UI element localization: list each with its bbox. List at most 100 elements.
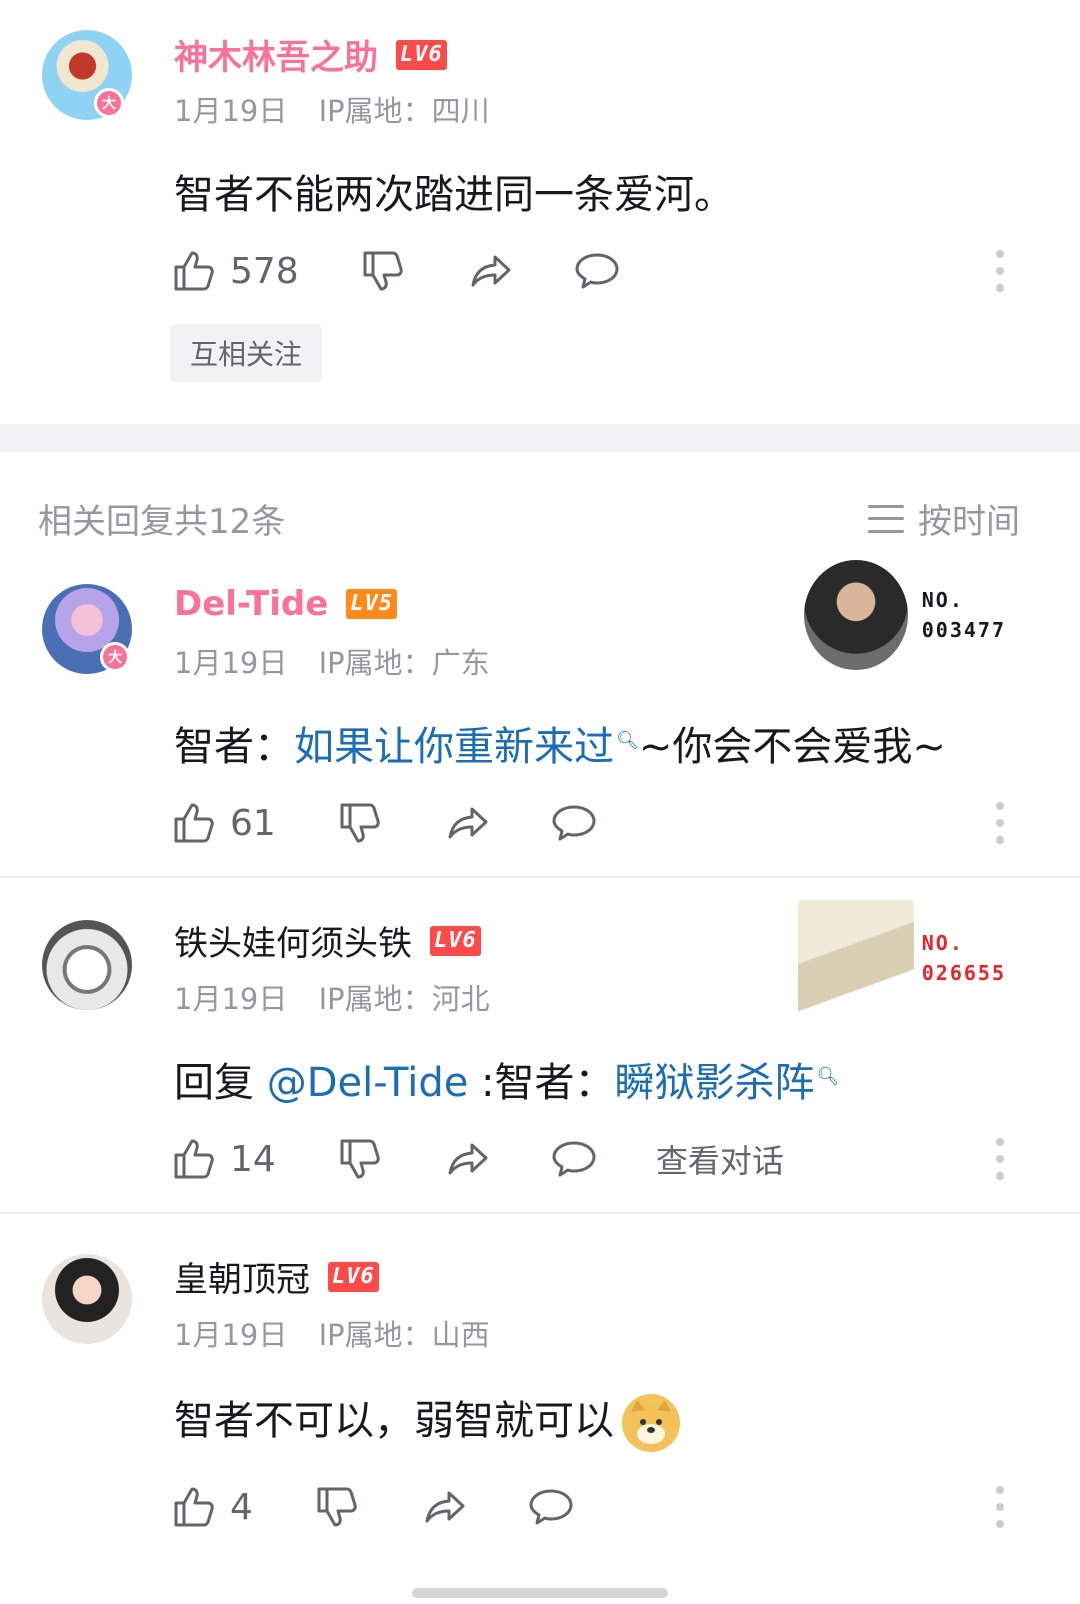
dislike-button[interactable] [359, 247, 407, 295]
fan-card-portrait [797, 900, 914, 1016]
avatar[interactable] [42, 1254, 132, 1344]
more-vertical-icon[interactable] [996, 250, 1004, 292]
search-keyword-link[interactable]: 瞬狱影杀阵 [615, 1060, 815, 1106]
search-icon: 🔍︎ [816, 1065, 840, 1087]
share-icon [471, 255, 511, 287]
like-count: 578 [230, 250, 299, 292]
comment-bubble-icon [552, 1141, 596, 1177]
share-icon [448, 1143, 488, 1175]
mutual-follow-tag[interactable]: 互相关注 [170, 324, 322, 382]
action-bar: 61 [170, 798, 598, 848]
view-conversation-link[interactable]: 查看对话 [656, 1136, 784, 1182]
level-badge: LV6 [328, 1261, 379, 1292]
content-prefix: 回复 [174, 1060, 267, 1106]
content-text: 智者不可以，弱智就可以 [174, 1398, 614, 1444]
thumbs-up-icon [174, 251, 214, 291]
fan-card-number: 026655 [921, 961, 1006, 985]
share-button[interactable] [421, 1483, 469, 1531]
thumbs-down-icon [363, 251, 403, 291]
content-prefix: 智者： [174, 724, 294, 770]
comment-meta: 1月19日 IP属地：四川 [174, 88, 490, 130]
reply-item: 铁头娃何须头铁 LV6 1月19日 IP属地：河北 NO. 026655 回复 … [0, 896, 1080, 1212]
search-icon: 🔍︎ [616, 729, 639, 751]
ip-location: IP属地：广东 [318, 646, 490, 680]
content-suffix: ~你会不会爱我~ [638, 724, 946, 770]
section-divider [0, 424, 1080, 452]
like-button[interactable]: 14 [170, 1135, 276, 1183]
reply-button[interactable] [573, 247, 621, 295]
comment-meta: 1月19日 IP属地：山西 [174, 1312, 490, 1354]
dislike-button[interactable] [313, 1483, 361, 1531]
replies-count-title: 相关回复共12条 [38, 502, 286, 542]
comment-text: 回复 @Del-Tide :智者：瞬狱影杀阵 🔍︎ [174, 1050, 839, 1108]
more-vertical-icon[interactable] [996, 1138, 1004, 1180]
reply-item: 皇朝顶冠 LV6 1月19日 IP属地：山西 智者不可以，弱智就可以 4 [0, 1232, 1080, 1604]
like-count: 61 [230, 802, 276, 844]
reply-separator [0, 876, 1080, 878]
dislike-button[interactable] [336, 1135, 384, 1183]
reply-separator [0, 1212, 1080, 1214]
share-button[interactable] [467, 247, 515, 295]
like-button[interactable]: 61 [170, 799, 276, 847]
vip-badge-icon: 大 [94, 88, 124, 118]
comment-date: 1月19日 [174, 1318, 288, 1352]
comment-date: 1月19日 [174, 646, 288, 680]
fan-medal-card[interactable]: NO. 003477 [803, 560, 1006, 670]
fan-card-portrait [803, 560, 908, 670]
vip-badge-icon: 大 [100, 642, 130, 672]
reply-button[interactable] [527, 1483, 575, 1531]
comment-meta: 1月19日 IP属地：河北 [174, 976, 490, 1018]
user-mention-link[interactable]: @Del-Tide [267, 1060, 469, 1106]
action-bar: 14 查看对话 [170, 1134, 784, 1184]
comment-bubble-icon [529, 1489, 573, 1525]
like-button[interactable]: 578 [170, 247, 299, 295]
home-indicator[interactable] [412, 1588, 668, 1598]
thumbs-down-icon [340, 1139, 380, 1179]
comment-text: 智者不可以，弱智就可以 [174, 1388, 680, 1452]
thumbs-up-icon [174, 803, 214, 843]
username[interactable]: Del-Tide LV5 [174, 584, 398, 624]
action-bar: 578 [170, 246, 621, 296]
like-count: 14 [230, 1138, 276, 1180]
like-button[interactable]: 4 [170, 1483, 253, 1531]
username[interactable]: 铁头娃何须头铁 LV6 [174, 916, 481, 965]
ip-location: IP属地：四川 [318, 94, 490, 128]
more-vertical-icon[interactable] [996, 802, 1004, 844]
share-icon [425, 1491, 465, 1523]
comment-text: 智者不能两次踏进同一条爱河。 [174, 172, 734, 218]
fan-card-label: NO. [921, 588, 964, 612]
sort-label: 按时间 [918, 502, 1020, 542]
reply-button[interactable] [550, 1135, 598, 1183]
ip-location: IP属地：山西 [318, 1318, 490, 1352]
fan-card-label: NO. [921, 931, 964, 955]
level-badge: LV6 [430, 925, 481, 956]
share-button[interactable] [444, 1135, 492, 1183]
ip-location: IP属地：河北 [318, 982, 490, 1016]
fan-card-number: 003477 [921, 618, 1006, 642]
content-middle: :智者： [468, 1060, 615, 1106]
comment-bubble-icon [552, 805, 596, 841]
comment-meta: 1月19日 IP属地：广东 [174, 640, 490, 682]
action-bar: 4 [170, 1482, 575, 1532]
share-button[interactable] [444, 799, 492, 847]
doge-emoji-icon [622, 1394, 680, 1452]
username[interactable]: 皇朝顶冠 LV6 [174, 1252, 379, 1301]
thumbs-down-icon [317, 1487, 357, 1527]
dislike-button[interactable] [336, 799, 384, 847]
more-vertical-icon[interactable] [996, 1486, 1004, 1528]
level-badge: LV5 [346, 589, 398, 619]
comment-text: 智者：如果让你重新来过 🔍︎~你会不会爱我~ [174, 714, 946, 772]
thumbs-up-icon [174, 1139, 214, 1179]
search-keyword-link[interactable]: 如果让你重新来过 [294, 724, 614, 770]
avatar[interactable] [42, 920, 132, 1010]
username[interactable]: 神木林吾之助 LV6 [174, 30, 447, 79]
sort-lines-icon [868, 504, 904, 533]
fan-medal-card[interactable]: NO. 026655 [797, 900, 1006, 1016]
comment-bubble-icon [575, 253, 619, 289]
comment-date: 1月19日 [174, 982, 288, 1016]
sort-button[interactable]: 按时间 [868, 494, 1020, 543]
comment-date: 1月19日 [174, 94, 288, 128]
reply-button[interactable] [550, 799, 598, 847]
thumbs-up-icon [174, 1487, 214, 1527]
level-badge: LV6 [396, 39, 447, 70]
